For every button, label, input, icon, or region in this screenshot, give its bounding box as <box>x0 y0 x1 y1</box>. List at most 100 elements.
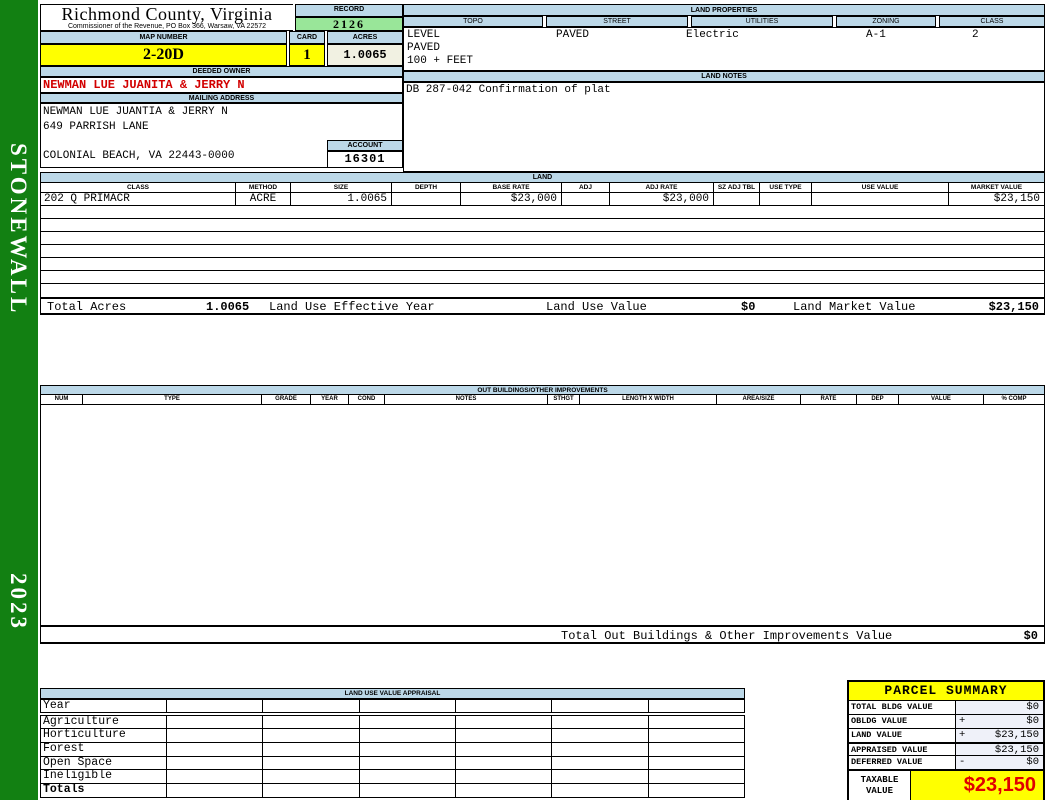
lua-cell <box>263 784 360 799</box>
land-empty-row <box>40 232 1045 245</box>
land-col-depth: DEPTH <box>392 183 461 192</box>
land-cell-class: 202 Q PRIMACR <box>41 193 236 205</box>
lua-cell <box>167 770 264 785</box>
lua-row-open-space: Open Space <box>40 756 745 771</box>
record-value: 2126 <box>295 17 403 31</box>
lua-row-agriculture: Agriculture <box>40 715 745 730</box>
out-buildings-total-row: Total Out Buildings & Other Improvements… <box>40 625 1045 644</box>
land-column-headers: CLASS METHOD SIZE DEPTH BASE RATE ADJ AD… <box>40 183 1045 193</box>
property-record-card: STONEWALL 2023 Richmond County, Virginia… <box>0 0 1050 800</box>
ps-row-obldg: OBLDG VALUE + $0 <box>849 715 1043 729</box>
total-acres-value: 1.0065 <box>206 300 250 314</box>
total-acres-label: Total Acres <box>47 300 127 314</box>
lua-cell <box>359 729 456 743</box>
taxable-label-line1: TAXABLE <box>860 775 899 785</box>
effective-year-label: Land Use Effective Year <box>269 300 435 314</box>
land-col-size: SIZE <box>291 183 392 192</box>
land-cell-market-value: $23,150 <box>993 193 1040 205</box>
ps-row-taxable: TAXABLE VALUE $23,150 <box>849 770 1043 800</box>
out-buildings-empty-area <box>40 405 1045 625</box>
land-use-appraisal-section: LAND USE VALUE APPRAISAL Year Agricultur… <box>40 688 745 799</box>
land-col-use-value: USE VALUE <box>812 183 949 192</box>
lua-cell <box>648 699 745 713</box>
lua-cell <box>167 742 264 757</box>
parcel-summary: PARCEL SUMMARY TOTAL BLDG VALUE $0 OBLDG… <box>847 680 1045 800</box>
district-name: STONEWALL <box>6 143 31 316</box>
ob-col-area-size: AREA/SIZE <box>717 395 801 404</box>
lua-cell <box>263 715 360 730</box>
land-empty-row <box>40 206 1045 219</box>
land-totals-row: Total Acres 1.0065 Land Use Effective Ye… <box>40 297 1045 315</box>
utilities-value: Electric <box>686 29 739 41</box>
land-section: LAND CLASS METHOD SIZE DEPTH BASE RATE A… <box>40 172 1045 315</box>
ob-col-value: VALUE <box>899 395 984 404</box>
lua-cell <box>455 699 553 713</box>
lua-label: Year <box>40 699 167 713</box>
ps-label: APPRAISED VALUE <box>849 744 956 756</box>
lua-label: Forest <box>40 742 167 757</box>
land-data-row: 202 Q PRIMACR ACRE 1.0065 $23,000 $23,00… <box>40 193 1045 206</box>
land-notes-box: DB 287-042 Confirmation of plat <box>403 82 1045 172</box>
lua-cell <box>167 699 264 713</box>
topo-value-line3: 100 + FEET <box>407 55 474 67</box>
land-col-adj-rate: ADJ RATE <box>610 183 714 192</box>
mailing-line: NEWMAN LUE JUANTIA & JERRY N <box>43 106 228 118</box>
lua-cell <box>263 729 360 743</box>
ps-amount: $0 <box>1026 701 1039 713</box>
ob-col-rate: RATE <box>801 395 857 404</box>
land-properties-title: LAND PROPERTIES <box>403 4 1045 16</box>
land-properties-values: LEVEL PAVED Electric A-1 2 PAVED 100 + F… <box>403 27 1045 71</box>
ps-row-deferred: DEFERRED VALUE - $0 <box>849 756 1043 770</box>
lua-cell <box>552 770 649 785</box>
land-col-method: METHOD <box>236 183 291 192</box>
lua-cell <box>552 699 649 713</box>
land-empty-row <box>40 284 1045 297</box>
land-cell-depth <box>392 193 461 205</box>
lua-label: Open Space <box>40 756 167 771</box>
lua-cell <box>648 715 745 730</box>
land-properties-columns: TOPO STREET UTILITIES ZONING CLASS <box>403 16 1045 27</box>
land-section-title: LAND <box>40 172 1045 183</box>
ps-value-cell: + $0 <box>956 715 1043 729</box>
col-topo: TOPO <box>403 16 543 27</box>
lua-cell <box>648 784 745 799</box>
taxable-label: TAXABLE VALUE <box>849 771 911 800</box>
county-title-box: Richmond County, Virginia Commissioner o… <box>40 4 293 31</box>
lua-cell <box>359 770 456 785</box>
land-col-adj: ADJ <box>562 183 610 192</box>
land-use-value-label: Land Use Value <box>546 300 647 314</box>
land-use-appraisal-title: LAND USE VALUE APPRAISAL <box>40 688 745 699</box>
mailing-address-header: MAILING ADDRESS <box>40 93 403 103</box>
topo-value: LEVEL <box>407 29 441 41</box>
lua-row-forest: Forest <box>40 742 745 757</box>
deeded-owner-header: DEEDED OWNER <box>40 66 403 77</box>
lua-cell <box>648 756 745 771</box>
class-value: 2 <box>972 29 979 41</box>
land-empty-row <box>40 245 1045 258</box>
lua-cell <box>263 770 360 785</box>
ps-operator: - <box>959 756 966 768</box>
lua-cell <box>552 784 649 799</box>
ob-col-type: TYPE <box>83 395 262 404</box>
parcel-summary-title: PARCEL SUMMARY <box>849 682 1043 701</box>
zoning-value: A-1 <box>866 29 886 41</box>
lua-cell <box>359 699 456 713</box>
ps-operator: + <box>959 715 966 727</box>
ps-value-cell: - $0 <box>956 756 1043 770</box>
ob-col-sthgt: STHGT <box>548 395 580 404</box>
lua-cell <box>552 756 649 771</box>
lua-cell <box>167 784 264 799</box>
ps-value-cell: $23,150 <box>956 744 1043 756</box>
col-street: STREET <box>546 16 688 27</box>
ps-row-land-value: LAND VALUE + $23,150 <box>849 729 1043 743</box>
ob-col-dep: DEP <box>857 395 899 404</box>
lua-cell <box>263 742 360 757</box>
lua-cell <box>263 756 360 771</box>
lua-row-horticulture: Horticulture <box>40 728 745 743</box>
card-value: 1 <box>289 44 325 66</box>
out-buildings-column-headers: NUM TYPE GRADE YEAR COND NOTES STHGT LEN… <box>40 395 1045 405</box>
land-empty-row <box>40 219 1045 232</box>
lua-cell <box>359 756 456 771</box>
district-sidebar: STONEWALL 2023 <box>0 0 38 800</box>
ob-col-cond: COND <box>349 395 385 404</box>
